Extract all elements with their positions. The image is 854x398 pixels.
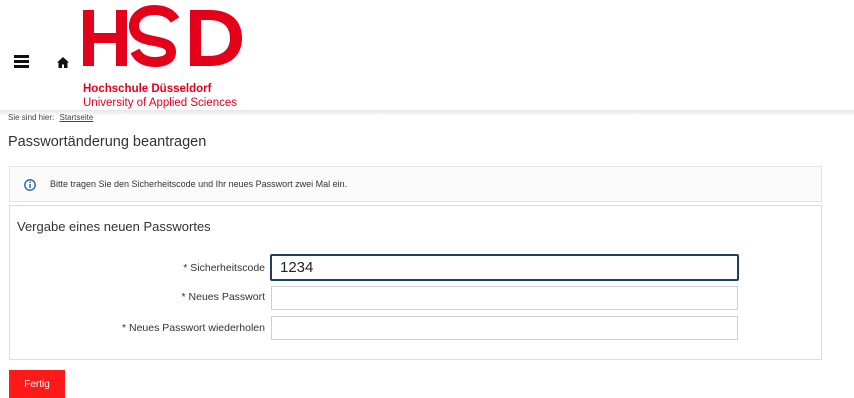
password-form: Vergabe eines neuen Passwortes * Sicherh… — [9, 205, 822, 360]
security-code-input[interactable] — [270, 254, 739, 281]
submit-button[interactable]: Fertig — [9, 370, 65, 398]
header-divider — [0, 110, 854, 116]
security-code-label: * Sicherheitscode — [183, 262, 265, 274]
hamburger-menu-icon[interactable] — [14, 55, 29, 68]
info-circle-icon — [24, 179, 36, 191]
site-header: Hochschule Düsseldorf University of Appl… — [0, 0, 854, 114]
hsd-logo-letters — [83, 4, 242, 68]
form-legend: Vergabe eines neuen Passwortes — [17, 219, 211, 234]
logo-name: Hochschule Düsseldorf — [83, 83, 212, 95]
breadcrumb-link-startseite[interactable]: Startseite — [59, 113, 93, 122]
new-password-label: * Neues Passwort — [181, 291, 265, 303]
repeat-password-input[interactable] — [271, 316, 738, 340]
logo-subtitle: University of Applied Sciences — [83, 97, 238, 109]
page-title: Passwortänderung beantragen — [8, 134, 207, 150]
breadcrumb: Sie sind hier: Startseite — [8, 113, 93, 122]
hsd-logo[interactable]: Hochschule Düsseldorf University of Appl… — [80, 4, 270, 112]
home-icon[interactable] — [57, 57, 69, 68]
breadcrumb-prefix: Sie sind hier: — [8, 113, 55, 122]
repeat-password-label: * Neues Passwort wiederholen — [122, 322, 265, 334]
info-text: Bitte tragen Sie den Sicherheitscode und… — [50, 179, 348, 189]
page: Hochschule Düsseldorf University of Appl… — [0, 0, 854, 398]
new-password-input[interactable] — [271, 286, 738, 310]
info-message: Bitte tragen Sie den Sicherheitscode und… — [9, 166, 822, 202]
